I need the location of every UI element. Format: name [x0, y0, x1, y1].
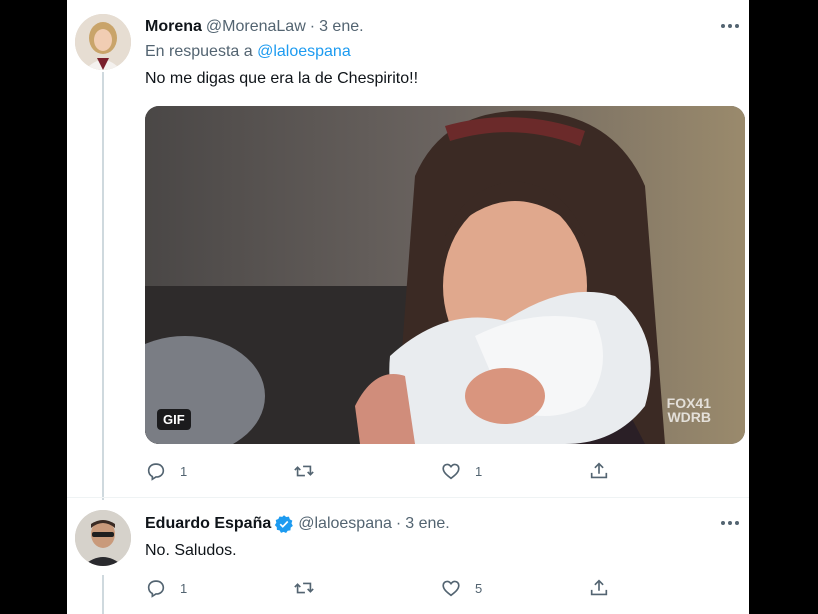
reply-bubble-icon	[147, 580, 165, 598]
author-name[interactable]: Morena	[145, 18, 202, 36]
tweet-divider	[67, 497, 749, 498]
retweet-icon	[293, 465, 314, 477]
gif-media[interactable]: GIF FOX41 WDRB	[145, 106, 745, 444]
avatar[interactable]	[75, 14, 131, 70]
author-name[interactable]: Eduardo España	[145, 515, 271, 533]
reply-button[interactable]: 1	[145, 577, 293, 599]
like-button[interactable]: 1	[440, 460, 588, 482]
share-icon	[590, 579, 607, 596]
tweet-text: No me digas que era la de Chespirito!!	[145, 70, 419, 87]
author-handle[interactable]: @laloespana	[298, 515, 392, 533]
reply-context: En respuesta a @laloespana	[145, 43, 351, 61]
heart-icon	[442, 463, 460, 480]
reply-handle-link[interactable]: @laloespana	[257, 43, 351, 60]
share-button[interactable]	[588, 577, 736, 599]
separator-dot: ·	[309, 18, 316, 35]
retweet-button[interactable]	[293, 460, 441, 482]
watermark-line: FOX41	[666, 395, 711, 411]
more-options-button[interactable]	[719, 512, 741, 534]
reply-count: 1	[180, 580, 188, 596]
more-options-button[interactable]	[719, 15, 741, 37]
more-dots-icon	[721, 521, 739, 525]
reply-bubble-icon	[147, 463, 165, 481]
verified-badge-icon	[275, 515, 294, 533]
retweet-icon	[293, 582, 314, 594]
like-count: 5	[475, 580, 483, 596]
heart-icon	[442, 580, 460, 597]
like-count: 1	[475, 463, 483, 479]
tweet-date[interactable]: 3 ene.	[319, 18, 363, 36]
avatar[interactable]	[75, 510, 131, 566]
thread-connector-line	[102, 72, 104, 500]
gif-badge: GIF	[157, 409, 191, 430]
share-icon	[590, 462, 607, 479]
reply-button[interactable]: 1	[145, 460, 293, 482]
reply-count: 1	[180, 463, 188, 479]
reply-prefix: En respuesta a	[145, 43, 253, 60]
tweet-header: Eduardo España @laloespana · 3 ene.	[145, 513, 450, 535]
tweet-date[interactable]: 3 ene.	[405, 515, 449, 533]
thread-connector-line	[102, 575, 104, 614]
separator-dot: ·	[395, 515, 402, 532]
tweet-text: No. Saludos.	[145, 542, 237, 559]
tweet-actions: 1 1	[145, 456, 735, 486]
more-dots-icon	[721, 24, 739, 28]
retweet-button[interactable]	[293, 577, 441, 599]
share-button[interactable]	[588, 460, 736, 482]
author-handle[interactable]: @MorenaLaw	[206, 18, 306, 36]
tv-watermark: FOX41 WDRB	[667, 396, 711, 424]
tweet-actions: 1 5	[145, 573, 735, 603]
tweet-thread-panel: Morena @MorenaLaw · 3 ene. En respuesta …	[67, 0, 749, 614]
like-button[interactable]: 5	[440, 577, 588, 599]
watermark-line: WDRB	[667, 409, 711, 425]
tweet-header: Morena @MorenaLaw · 3 ene.	[145, 16, 364, 38]
